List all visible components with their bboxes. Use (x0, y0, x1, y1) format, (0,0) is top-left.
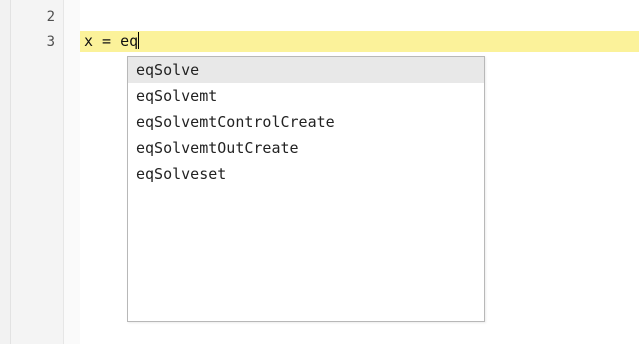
autocomplete-item[interactable]: eqSolvemtControlCreate (128, 109, 484, 135)
code-editor[interactable]: 2 3 x = eq eqSolve eqSolvemt eqSolvemtCo… (0, 0, 639, 344)
autocomplete-item[interactable]: eqSolveset (128, 161, 484, 187)
autocomplete-popup[interactable]: eqSolve eqSolvemt eqSolvemtControlCreate… (127, 56, 485, 322)
line-number-gutter: 2 3 (11, 0, 64, 344)
current-line-highlight (80, 31, 639, 52)
autocomplete-item[interactable]: eqSolvemt (128, 83, 484, 109)
text-caret (138, 32, 140, 49)
code-line-3[interactable]: x = eq (84, 32, 140, 51)
fold-margin (64, 0, 80, 344)
code-text: x = eq (84, 32, 139, 50)
autocomplete-item[interactable]: eqSolve (128, 57, 484, 83)
line-number-3: 3 (46, 34, 55, 50)
line-number-2: 2 (46, 9, 55, 25)
autocomplete-item[interactable]: eqSolvemtOutCreate (128, 135, 484, 161)
editor-left-edge (0, 0, 11, 344)
